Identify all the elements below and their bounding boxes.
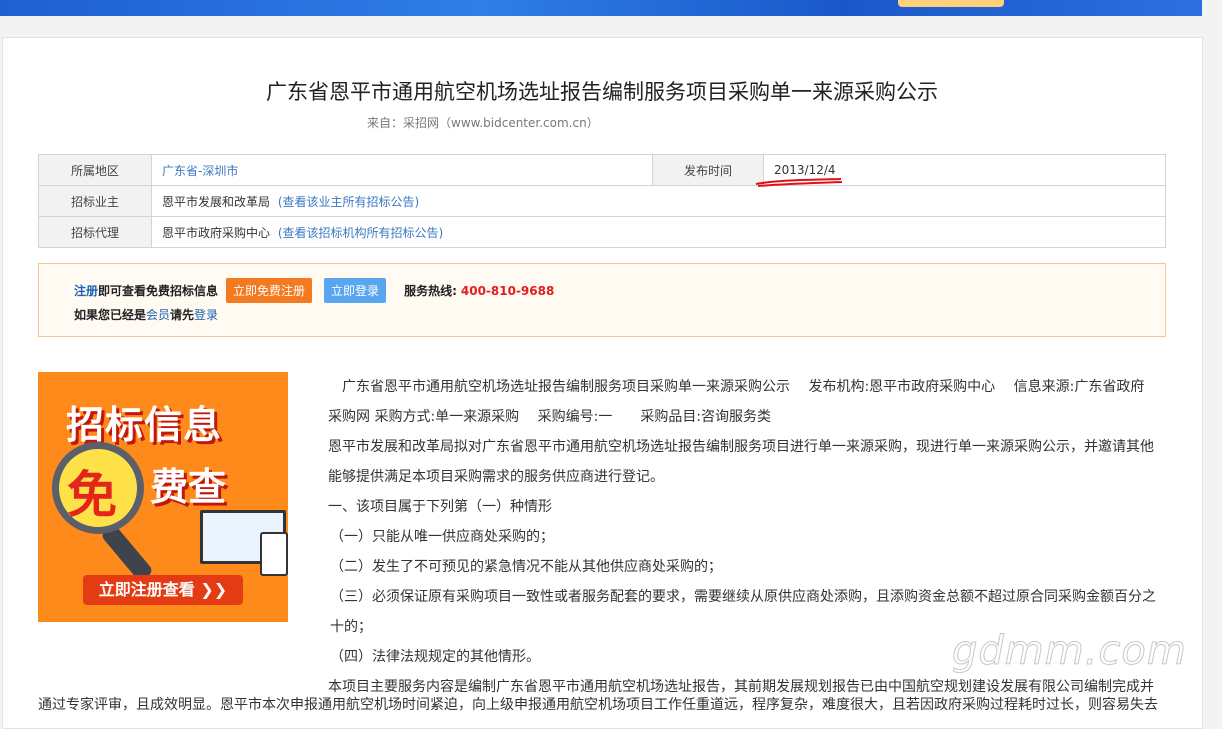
notice-text: 即可查看免费招标信息 bbox=[98, 284, 219, 298]
notice-line2-prefix: 如果您已经是 bbox=[74, 308, 147, 322]
notice-line2-mid: 请先 bbox=[170, 308, 195, 322]
member-link[interactable]: 会员 bbox=[146, 308, 170, 322]
login-link[interactable]: 登录 bbox=[194, 308, 218, 322]
region-cell: 广东省-深圳市 bbox=[151, 154, 653, 186]
owner-cell: 恩平市发展和改革局 (查看该业主所有招标公告) bbox=[151, 185, 1166, 217]
table-row: 招标业主 恩平市发展和改革局 (查看该业主所有招标公告) bbox=[38, 185, 1166, 217]
ad-headline: 招标信息 bbox=[66, 403, 223, 447]
publish-label: 发布时间 bbox=[652, 154, 764, 186]
magnifier-icon: 免 bbox=[52, 442, 144, 534]
ad-cta-button[interactable]: 立即注册查看 ❯❯ bbox=[83, 575, 243, 605]
top-banner[interactable] bbox=[0, 0, 1202, 16]
paragraph: 一、该项目属于下列第（一）种情形 bbox=[328, 499, 552, 515]
agent-cell: 恩平市政府采购中心 (查看该招标机构所有招标公告) bbox=[151, 216, 1166, 248]
table-row: 所属地区 广东省-深圳市 发布时间 2013/12/4 bbox=[38, 154, 1166, 186]
register-link[interactable]: 注册 bbox=[74, 282, 98, 299]
register-notice-box: 注册 即可查看免费招标信息 立即免费注册 立即登录 服务热线: 400-810-… bbox=[38, 263, 1166, 337]
agent-all-notices-link[interactable]: (查看该招标机构所有招标公告) bbox=[278, 226, 443, 240]
table-row: 招标代理 恩平市政府采购中心 (查看该招标机构所有招标公告) bbox=[38, 216, 1166, 248]
paragraph: 广东省恩平市通用航空机场选址报告编制服务项目采购单一来源采购公示 发布机构:恩平… bbox=[328, 379, 1145, 425]
ad-banner[interactable]: 招标信息 免 费查 立即注册查看 ❯❯ bbox=[38, 372, 288, 622]
page-title: 广东省恩平市通用航空机场选址报告编制服务项目采购单一来源采购公示 bbox=[266, 80, 938, 104]
login-button[interactable]: 立即登录 bbox=[324, 278, 387, 303]
region-label: 所属地区 bbox=[38, 154, 152, 186]
red-underline-annotation bbox=[755, 178, 843, 187]
ad-badge: 免 bbox=[67, 466, 117, 524]
watermark: gdmm.com bbox=[952, 628, 1187, 675]
region-link[interactable]: 广东省-深圳市 bbox=[162, 164, 238, 178]
owner-label: 招标业主 bbox=[38, 185, 152, 217]
paragraph: （二）发生了不可预见的紧急情况不能从其他供应商处采购的； bbox=[330, 559, 722, 575]
owner-all-notices-link[interactable]: (查看该业主所有招标公告) bbox=[278, 195, 419, 209]
paragraph: 通过专家评审，且成效明显。恩平市本次申报通用航空机场时间紧迫，向上级申报通用航空… bbox=[38, 697, 1158, 713]
paragraph: 恩平市发展和改革局拟对广东省恩平市通用航空机场选址报告编制服务项目进行单一来源采… bbox=[328, 439, 1154, 485]
owner-value: 恩平市发展和改革局 bbox=[162, 194, 271, 209]
banner-button[interactable] bbox=[898, 0, 1004, 7]
source-text: 来自：采招网（www.bidcenter.com.cn） bbox=[367, 116, 599, 130]
agent-label: 招标代理 bbox=[38, 216, 152, 248]
hotline-label: 服务热线: bbox=[404, 284, 457, 298]
notice-line-1: 注册 即可查看免费招标信息 立即免费注册 立即登录 服务热线: 400-810-… bbox=[74, 278, 554, 303]
hotline-number: 400-810-9688 bbox=[460, 283, 555, 298]
ad-subheadline: 费查 bbox=[150, 465, 227, 509]
paragraph: （一）只能从唯一供应商处采购的； bbox=[330, 529, 554, 545]
notice-line-2: 如果您已经是会员请先登录 bbox=[74, 306, 218, 323]
meta-table: 所属地区 广东省-深圳市 发布时间 2013/12/4 招标业主 恩平市发展和改… bbox=[38, 154, 1166, 248]
agent-value: 恩平市政府采购中心 bbox=[162, 225, 271, 240]
phone-icon bbox=[260, 532, 288, 576]
free-register-button[interactable]: 立即免费注册 bbox=[226, 278, 313, 303]
